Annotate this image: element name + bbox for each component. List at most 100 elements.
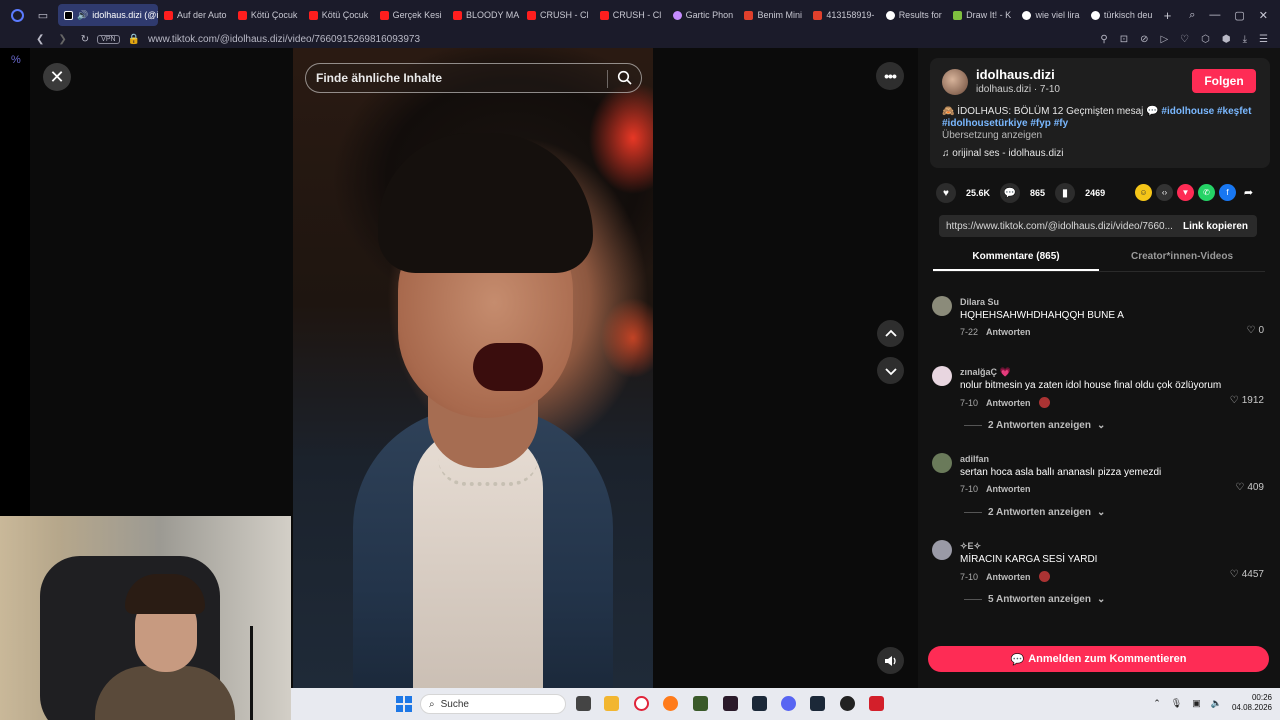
task-view-icon[interactable] [576, 696, 591, 711]
windows-start-icon[interactable] [396, 696, 412, 712]
like-heart-icon[interactable]: ♥ [936, 183, 956, 203]
reply-button[interactable]: Antworten [986, 398, 1031, 408]
opera-logo-icon[interactable] [10, 8, 24, 22]
obs-icon[interactable] [840, 696, 855, 711]
tab-comments[interactable]: Kommentare (865) [933, 246, 1099, 271]
menu-icon[interactable]: ☰ [1259, 34, 1268, 45]
tab-youtube[interactable]: CRUSH - Cl [521, 4, 594, 26]
whatsapp-icon[interactable]: ✆ [1198, 184, 1215, 201]
author-name[interactable]: idolhaus.dizi [976, 67, 1055, 82]
commenter-avatar[interactable] [932, 366, 952, 386]
author-avatar[interactable] [942, 69, 968, 95]
tab-youtube[interactable]: Kötü Çocuk [232, 4, 303, 26]
tab-youtube[interactable]: Gerçek Kesi [374, 4, 447, 26]
similar-content-search[interactable]: Finde ähnliche Inhalte [305, 63, 642, 93]
view-replies-button[interactable]: 2 Antworten anzeigen ⌄ [964, 420, 1105, 431]
music-link[interactable]: ♫ orijinal ses - idolhaus.dizi [942, 148, 1063, 159]
steam-icon[interactable] [810, 696, 825, 711]
volume-button[interactable] [877, 647, 904, 674]
facebook-icon[interactable]: f [1219, 184, 1236, 201]
reply-button[interactable]: Antworten [986, 327, 1031, 337]
comment-like[interactable]: ♡ 4457 [1230, 569, 1264, 580]
taskbar-search[interactable]: ⌕ Suche [420, 694, 566, 714]
back-icon[interactable]: ❮ [36, 34, 44, 45]
tab-gartic[interactable]: Gartic Phon [667, 4, 739, 26]
comment-username[interactable]: adilfan [960, 454, 989, 464]
tab-google[interactable]: Results for [880, 4, 947, 26]
comment-bubble-icon[interactable]: 💬 [1000, 183, 1021, 203]
comment-like[interactable]: ♡ 1912 [1230, 395, 1264, 406]
bookmark-icon[interactable]: ▮ [1055, 183, 1076, 203]
follow-button[interactable]: Folgen [1192, 69, 1256, 93]
opera-icon[interactable] [634, 696, 649, 711]
reply-button[interactable]: Antworten [986, 484, 1031, 494]
profile-icon[interactable]: ⬢ [1222, 34, 1231, 45]
microphone-icon[interactable]: 🎙 [1171, 698, 1182, 709]
block-icon[interactable]: ⊘ [1140, 34, 1148, 45]
tab-youtube[interactable]: Kötü Çocuk [303, 4, 374, 26]
minimize-icon[interactable]: — [1209, 9, 1220, 21]
next-video-button[interactable] [877, 357, 904, 384]
app-red-icon[interactable] [869, 696, 884, 711]
close-window-icon[interactable]: ✕ [1259, 9, 1268, 22]
network-icon[interactable]: ▣ [1192, 698, 1201, 709]
taskbar-clock[interactable]: 00:26 04.08.2026 [1232, 693, 1272, 713]
file-explorer-icon[interactable] [604, 696, 619, 711]
comment-username[interactable]: Dilara Su [960, 297, 999, 307]
commenter-avatar[interactable] [932, 296, 952, 316]
login-to-comment-button[interactable]: 💬 Anmelden zum Kommentieren [928, 646, 1269, 672]
more-options-button[interactable]: ••• [876, 62, 904, 90]
url-field[interactable]: www.tiktok.com/@idolhaus.dizi/video/7660… [148, 34, 420, 45]
lock-icon[interactable]: 🔒 [128, 34, 140, 45]
comment-like[interactable]: ♡ 0 [1246, 325, 1264, 336]
extensions-icon[interactable]: ⬡ [1201, 34, 1210, 45]
app-icon[interactable] [723, 696, 738, 711]
volume-icon[interactable]: 🔈 [1211, 698, 1222, 709]
play-icon[interactable]: ▷ [1160, 34, 1168, 45]
download-icon[interactable]: ⤓ [1243, 34, 1247, 45]
close-video-button[interactable]: ✕ [43, 63, 71, 91]
tab-page[interactable]: Benim Mini [738, 4, 807, 26]
reply-button[interactable]: Antworten [986, 572, 1031, 582]
send-icon[interactable]: ▼ [1177, 184, 1194, 201]
tab-drawit[interactable]: Draw It! - K [947, 4, 1016, 26]
commenter-avatar[interactable] [932, 453, 952, 473]
tab-tiktok[interactable]: 🔊 idolhaus.dizi (@id [58, 4, 158, 26]
firefox-icon[interactable] [663, 696, 678, 711]
tab-youtube[interactable]: BLOODY MA [447, 4, 521, 26]
comment-username[interactable]: ✧E✧ [960, 541, 981, 552]
copy-link-button[interactable]: Link kopieren [1173, 221, 1248, 232]
comment-like[interactable]: ♡ 409 [1235, 482, 1264, 493]
previous-video-button[interactable] [877, 320, 904, 347]
snapshot-icon[interactable]: ⊡ [1120, 34, 1128, 45]
repost-icon[interactable]: ☺ [1135, 184, 1152, 201]
share-arrow-icon[interactable]: ➦ [1240, 184, 1257, 201]
steam-icon[interactable] [752, 696, 767, 711]
pin-icon[interactable]: ⚲ [1100, 34, 1107, 45]
sidebar-percent-icon[interactable]: % [11, 54, 21, 66]
game-icon[interactable] [693, 696, 708, 711]
discord-icon[interactable] [781, 696, 796, 711]
tab-page[interactable]: 413158919- [807, 4, 879, 26]
tab-youtube[interactable]: CRUSH - Cl [594, 4, 667, 26]
reload-icon[interactable]: ↻ [81, 34, 89, 45]
hashtags-line-1[interactable]: #idolhouse #keşfet [1161, 106, 1251, 117]
forward-icon[interactable]: ❯ [58, 34, 66, 45]
search-icon[interactable] [617, 70, 633, 86]
vpn-badge[interactable]: VPN [97, 34, 120, 44]
chevron-up-icon[interactable]: ⌃ [1153, 698, 1161, 709]
comment-username[interactable]: zınalğaÇ 💗 [960, 367, 1011, 378]
workspaces-icon[interactable]: ▭ [36, 8, 50, 22]
tab-google[interactable]: wie viel lira [1016, 4, 1084, 26]
commenter-avatar[interactable] [932, 540, 952, 560]
tab-google[interactable]: türkisch deu [1085, 4, 1158, 26]
tab-youtube[interactable]: Auf der Auto [158, 4, 232, 26]
video-player[interactable] [293, 48, 653, 688]
share-url[interactable]: https://www.tiktok.com/@idolhaus.dizi/vi… [939, 221, 1173, 232]
search-tabs-icon[interactable]: ⌕ [1189, 9, 1195, 22]
translate-link[interactable]: Übersetzung anzeigen [942, 130, 1042, 141]
view-replies-button[interactable]: 5 Antworten anzeigen ⌄ [964, 594, 1105, 605]
maximize-icon[interactable]: ▢ [1234, 9, 1244, 22]
hashtags-line-2[interactable]: #idolhousetürkiye #fyp #fy [942, 118, 1068, 129]
new-tab-button[interactable]: + [1158, 4, 1178, 26]
